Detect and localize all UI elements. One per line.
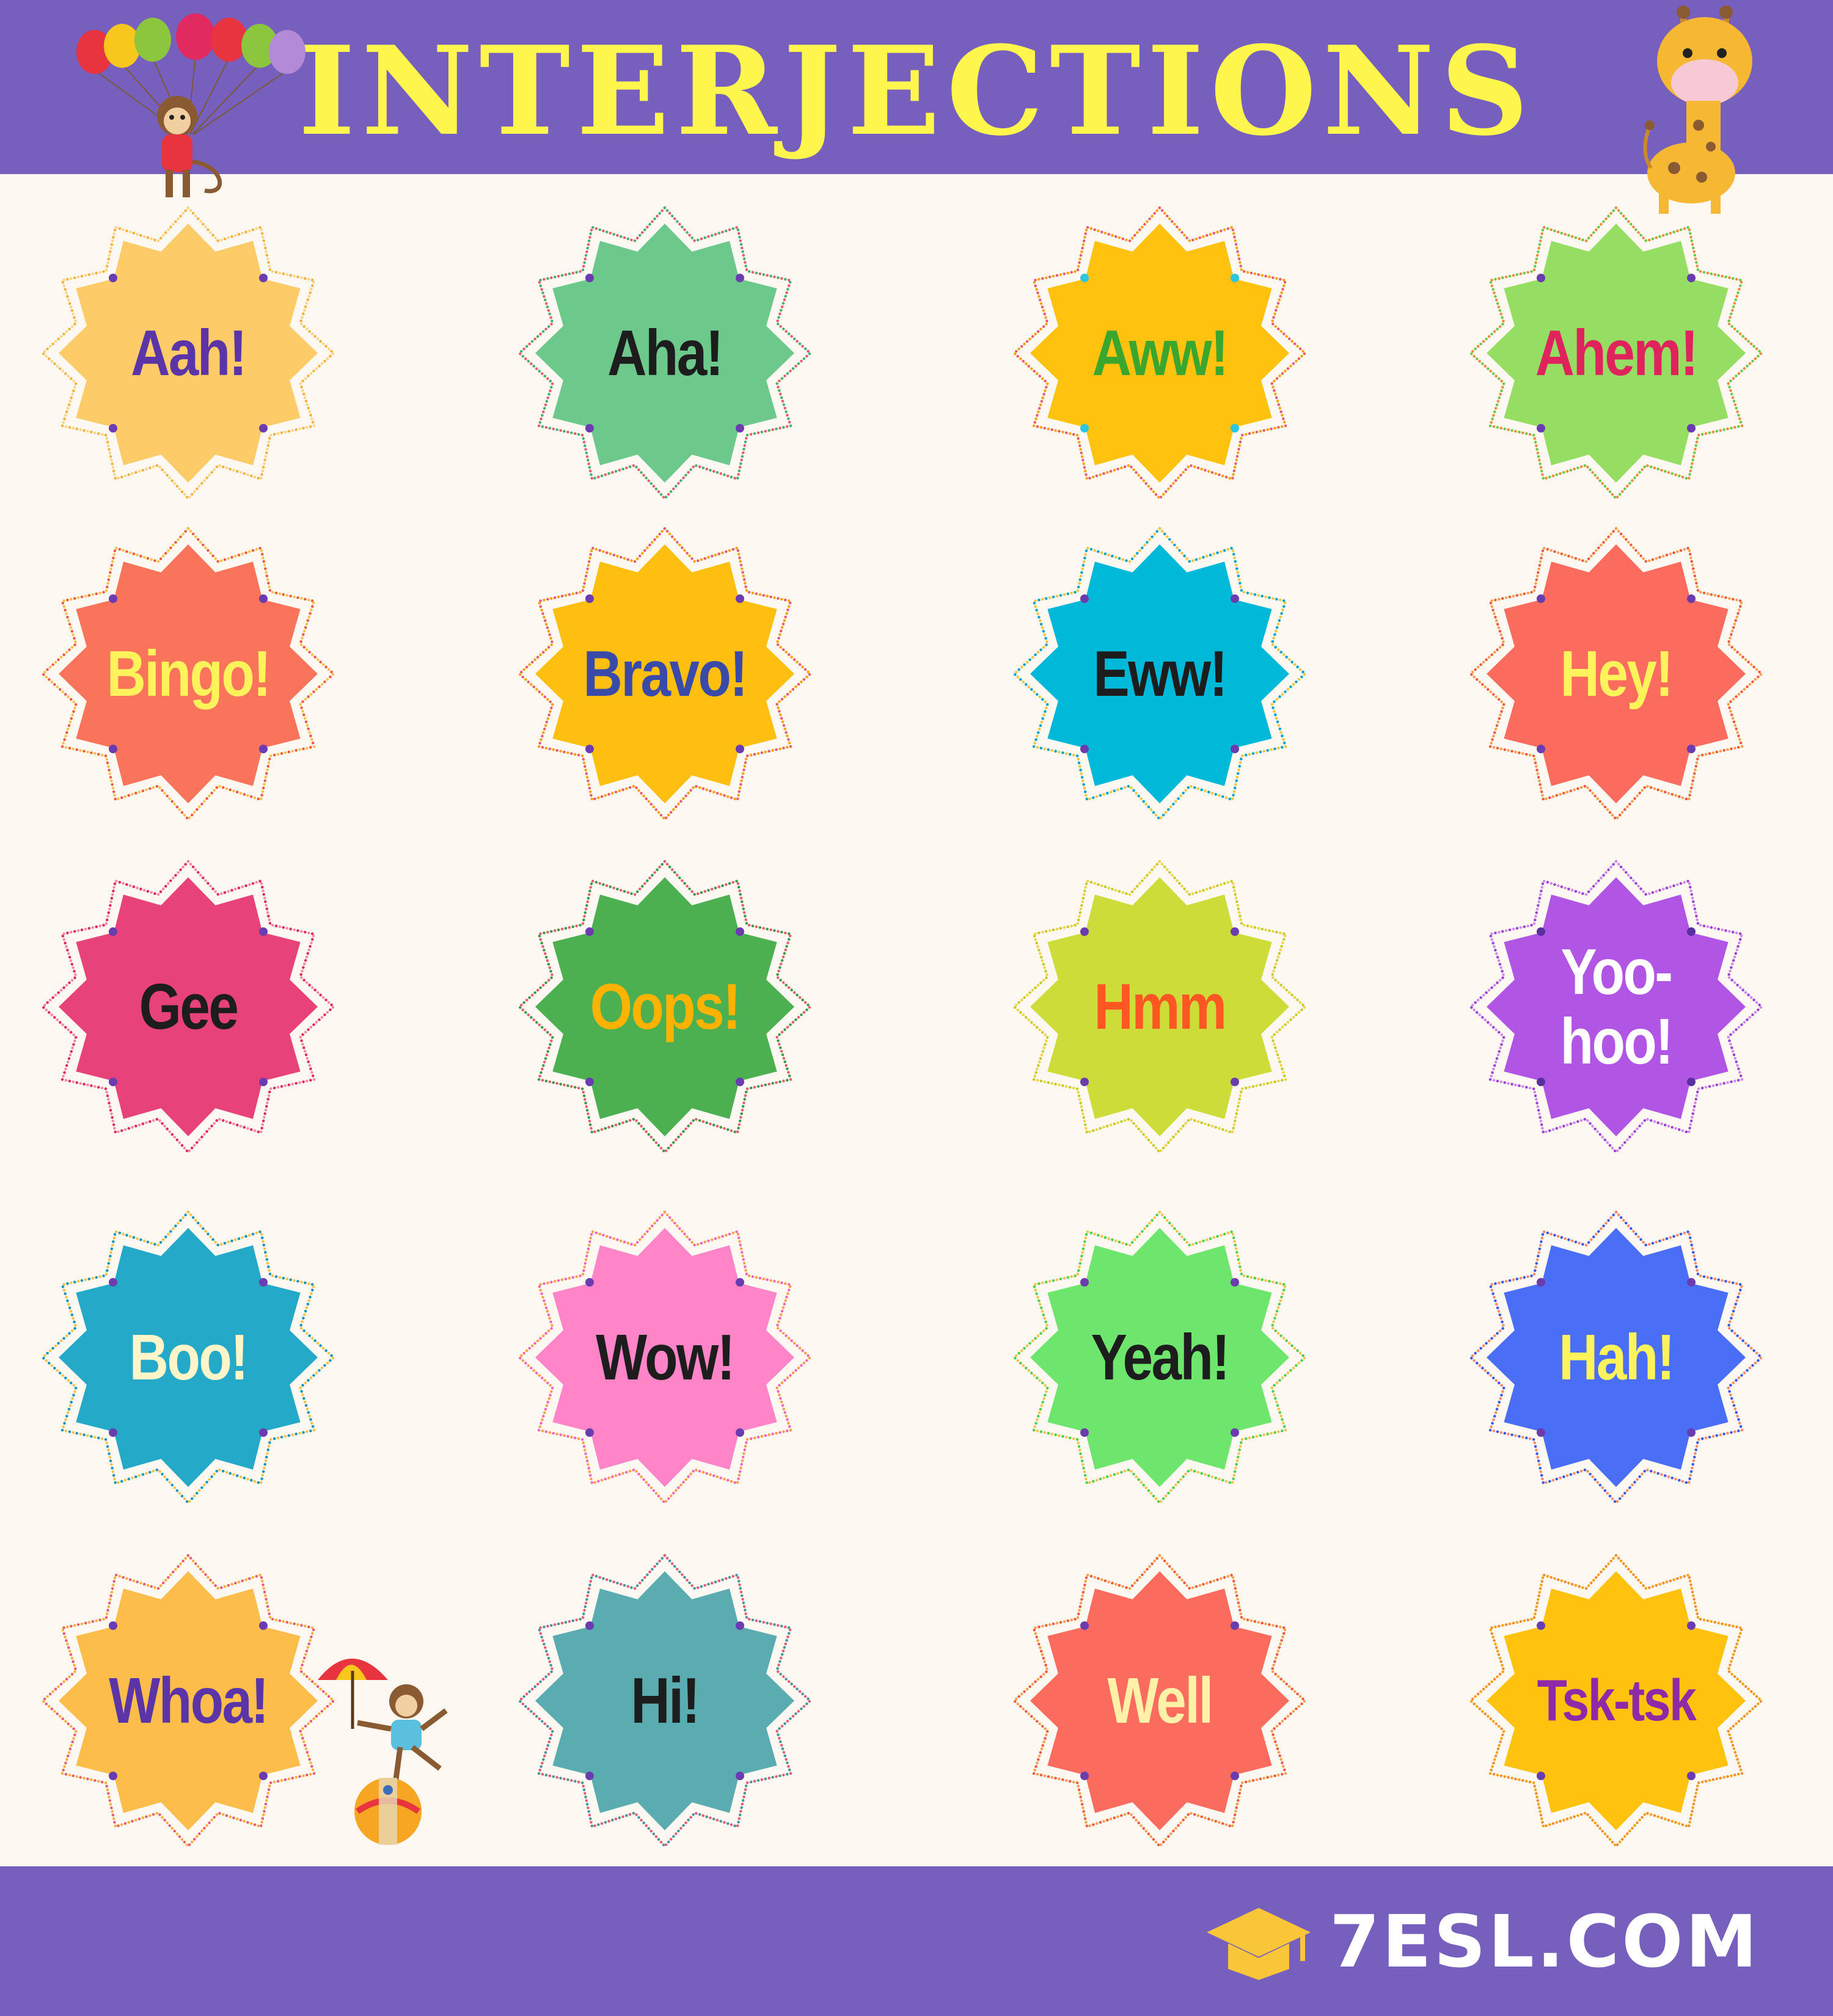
interjection-badge: Oops! <box>517 859 813 1155</box>
brand-logo[interactable]: 7ESL.COM <box>1204 1902 1760 1981</box>
monkey-balloons-icon <box>76 12 309 208</box>
interjection-word: Whoa! <box>109 1664 269 1737</box>
monkey-umbrella-ball-icon <box>315 1637 467 1845</box>
interjection-word: Yeah! <box>1091 1321 1230 1393</box>
interjection-word: Bravo! <box>583 637 748 710</box>
interjection-word: Tsk-tsk <box>1537 1668 1697 1734</box>
interjection-badge: Ahem! <box>1468 205 1764 501</box>
interjection-word: Aww! <box>1092 316 1229 389</box>
interjection-badge: Eww! <box>1012 526 1308 822</box>
interjection-word: Ahem! <box>1535 316 1699 389</box>
brand-name: 7ESL.COM <box>1329 1899 1760 1984</box>
interjection-word: Well <box>1107 1664 1213 1737</box>
interjection-badge: Hah! <box>1468 1210 1764 1505</box>
interjection-word: Boo! <box>129 1321 249 1393</box>
interjection-word: Oops! <box>590 970 741 1043</box>
graduation-cap-icon <box>1206 1908 1311 1980</box>
interjection-word: Hey! <box>1560 637 1674 710</box>
interjection-word: Yoo- hoo! <box>1560 935 1674 1078</box>
interjection-word: Wow! <box>596 1321 735 1393</box>
interjection-badge: Wow! <box>517 1210 813 1505</box>
interjection-badge: Well <box>1012 1553 1308 1849</box>
interjection-badge: Hmm <box>1012 859 1308 1155</box>
interjection-badge: Gee <box>40 859 336 1155</box>
interjection-badge: Bingo! <box>40 526 336 822</box>
interjection-badge: Boo! <box>40 1210 336 1505</box>
interjection-badge: Hey! <box>1468 526 1764 822</box>
interjection-word: Hi! <box>631 1664 700 1737</box>
interjection-badge: Aww! <box>1012 205 1308 501</box>
interjection-word: Gee <box>139 970 239 1043</box>
interjection-badge: Aha! <box>517 205 813 501</box>
interjection-word: Aha! <box>607 316 723 389</box>
interjection-badge: Yoo- hoo! <box>1468 859 1764 1155</box>
interjection-badge: Whoa! <box>40 1553 336 1849</box>
interjection-word: Aah! <box>131 316 247 389</box>
giraffe-icon <box>1637 5 1778 217</box>
interjection-badge: Hi! <box>517 1553 813 1849</box>
interjection-word: Eww! <box>1093 637 1227 710</box>
interjection-badge: Yeah! <box>1012 1210 1308 1505</box>
interjection-word: Hah! <box>1559 1321 1675 1393</box>
footer-banner: 7ESL.COM <box>0 1866 1833 2016</box>
interjection-badge: Bravo! <box>517 526 813 822</box>
interjection-word: Hmm <box>1094 970 1227 1043</box>
interjection-word: Bingo! <box>106 637 271 710</box>
interjection-badge: Aah! <box>40 205 336 501</box>
interjection-badge: Tsk-tsk <box>1468 1553 1764 1849</box>
